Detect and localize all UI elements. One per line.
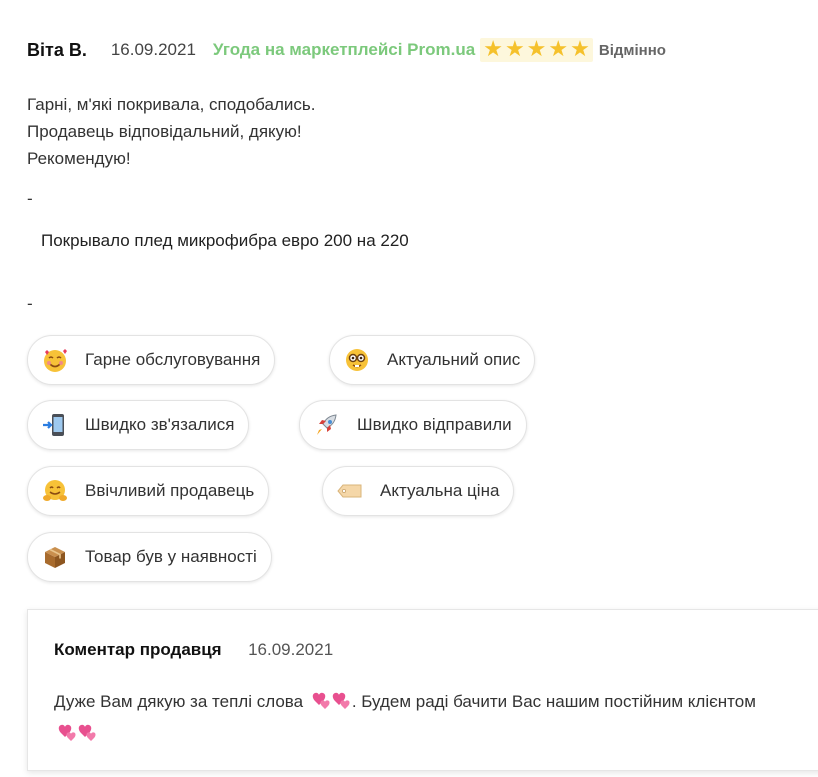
tag-label: Товар був у наявності bbox=[85, 547, 257, 566]
tag-label: Швидко відправили bbox=[357, 415, 512, 434]
tag-label: Актуальна ціна bbox=[380, 481, 500, 500]
nerd-face-icon bbox=[344, 347, 370, 373]
seller-comment-text: Дуже Вам дякую за теплі слова . Будем ра… bbox=[54, 688, 794, 752]
tag-actual-price[interactable]: Актуальна ціна bbox=[322, 466, 515, 516]
tag-in-stock[interactable]: Товар був у наявності bbox=[27, 532, 272, 582]
price-tag-icon bbox=[337, 478, 363, 504]
separator-dash: - bbox=[27, 294, 33, 313]
review-text-line: Гарні, м'які покривала, сподобались. bbox=[27, 95, 316, 114]
deal-label: Угода на маркетплейсі Prom.ua bbox=[212, 40, 476, 59]
star-icon: ★ bbox=[548, 37, 569, 62]
tag-label: Ввічливий продавець bbox=[85, 481, 255, 500]
seller-comment-date: 16.09.2021 bbox=[248, 640, 334, 659]
hugging-face-icon bbox=[42, 478, 68, 504]
review-date: 16.09.2021 bbox=[110, 40, 196, 59]
tag-quick-shipping[interactable]: Швидко відправили bbox=[299, 400, 527, 450]
package-icon bbox=[42, 544, 68, 570]
tag-good-service[interactable]: Гарне обслуговування bbox=[27, 335, 276, 385]
seller-comment: Коментар продавця 16.09.2021 Дуже Вам дя… bbox=[27, 609, 818, 771]
mobile-phone-arrow-icon bbox=[42, 412, 68, 438]
two-hearts-icon bbox=[55, 721, 97, 752]
separator-dash: - bbox=[27, 189, 33, 208]
review-text-line: Продавець відповідальний, дякую! bbox=[27, 122, 302, 141]
tag-label: Актуальний опис bbox=[387, 350, 521, 369]
seller-comment-text-part: . Будем раді бачити Вас нашим постійним … bbox=[351, 692, 756, 711]
tag-quick-contact[interactable]: Швидко зв'язалися bbox=[27, 400, 250, 450]
rocket-icon bbox=[314, 412, 340, 438]
seller-comment-header: Коментар продавця 16.09.2021 bbox=[54, 640, 333, 660]
product-name: Покрывало плед микрофибра евро 200 на 22… bbox=[41, 231, 409, 250]
smiling-face-with-hearts-icon bbox=[42, 347, 68, 373]
rating-label: Відмінно bbox=[598, 41, 666, 59]
tag-polite-seller[interactable]: Ввічливий продавець bbox=[27, 466, 270, 516]
review-header: Віта В. 16.09.2021 Угода на маркетплейсі… bbox=[27, 38, 666, 62]
review-text-line: Рекомендую! bbox=[27, 149, 131, 168]
two-hearts-icon bbox=[309, 689, 351, 720]
tag-label: Швидко зв'язалися bbox=[85, 415, 235, 434]
tag-actual-description[interactable]: Актуальний опис bbox=[329, 335, 536, 385]
star-icon: ★ bbox=[483, 37, 503, 62]
tag-label: Гарне обслуговування bbox=[85, 350, 261, 369]
review-text: Гарні, м'які покривала, сподобались. Про… bbox=[27, 91, 315, 172]
star-icon: ★ bbox=[570, 37, 590, 62]
seller-comment-title: Коментар продавця bbox=[54, 640, 222, 659]
seller-comment-text-part: Дуже Вам дякую за теплі слова bbox=[54, 692, 304, 711]
star-icon: ★ bbox=[504, 37, 525, 62]
star-icon: ★ bbox=[526, 37, 547, 62]
star-rating: ★ ★ ★ ★ ★ bbox=[480, 38, 593, 62]
review-author: Віта В. bbox=[27, 39, 87, 60]
